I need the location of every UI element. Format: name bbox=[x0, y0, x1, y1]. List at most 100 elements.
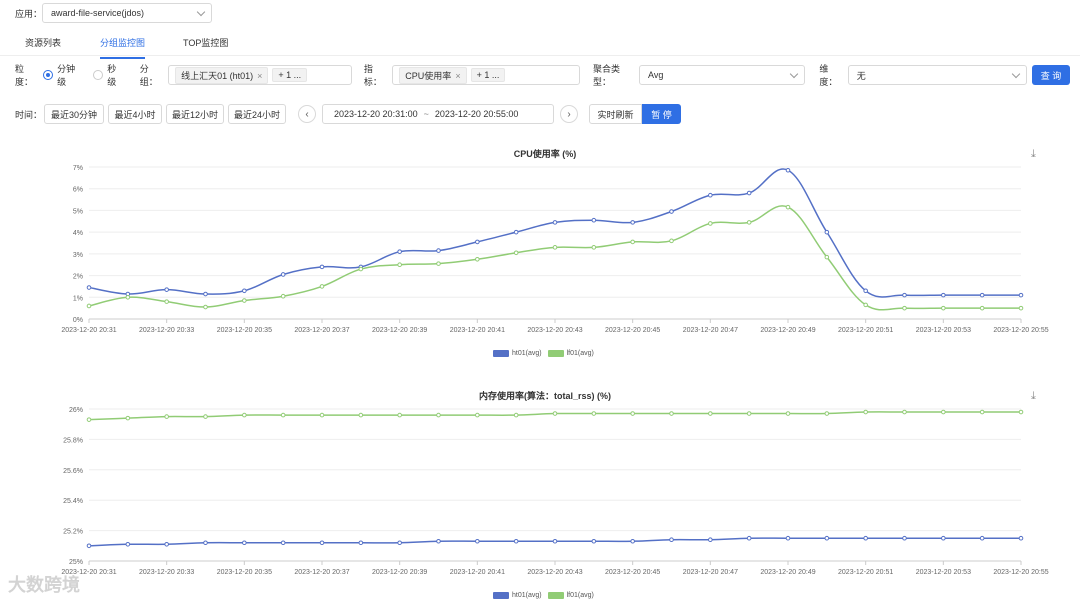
close-icon[interactable]: × bbox=[257, 71, 262, 81]
x-tick-label: 2023-12-20 20:55 bbox=[993, 569, 1048, 576]
x-tick-label: 2023-12-20 20:51 bbox=[838, 569, 893, 576]
data-point bbox=[1018, 292, 1024, 298]
data-point bbox=[475, 538, 480, 544]
data-point bbox=[824, 535, 830, 541]
data-point bbox=[203, 291, 208, 297]
data-point bbox=[125, 415, 131, 421]
group-tag-text: 线上汇天01 (ht01) bbox=[181, 70, 254, 81]
group-more-tag: + 1 ... bbox=[272, 68, 308, 82]
data-point bbox=[669, 411, 674, 416]
x-tick-label: 2023-12-20 20:33 bbox=[139, 327, 194, 334]
legend-label[interactable]: ht01(avg) bbox=[512, 350, 542, 357]
range-end: 2023-12-20 20:55:00 bbox=[434, 109, 519, 119]
data-point bbox=[902, 535, 907, 541]
x-tick-label: 2023-12-20 20:45 bbox=[605, 569, 660, 576]
mem-chart-legend: ht01(avg) lf01(avg) bbox=[493, 592, 594, 599]
mem-chart: 25% 25.2% 25.4% 25.6% 25.8% 26% 2023-12-20 20:… bbox=[61, 407, 1048, 576]
tab-bar: 资源列表 分组监控图 TOP监控图 bbox=[0, 30, 1080, 59]
chevron-right-icon[interactable]: › bbox=[560, 105, 579, 123]
chevron-down-icon bbox=[1011, 69, 1021, 79]
y-tick-label: 4% bbox=[73, 230, 83, 237]
metric-select[interactable]: CPU使用率 × + 1 ... bbox=[392, 65, 581, 85]
x-tick-label: 2023-12-20 20:39 bbox=[372, 327, 427, 334]
data-point bbox=[746, 411, 752, 416]
tab-group-monitor[interactable]: 分组监控图 bbox=[100, 36, 146, 59]
x-tick-label: 2023-12-20 20:49 bbox=[760, 327, 815, 334]
dim-select-value: 无 bbox=[856, 70, 866, 81]
data-point bbox=[941, 409, 946, 415]
data-point bbox=[785, 411, 791, 416]
data-point bbox=[979, 535, 985, 541]
data-point bbox=[1018, 305, 1024, 311]
radio-minute-label: 分钟级 bbox=[57, 64, 76, 87]
legend-label[interactable]: ht01(avg) bbox=[512, 592, 542, 599]
y-tick-label: 25.8% bbox=[63, 437, 83, 444]
data-point bbox=[397, 540, 402, 546]
data-point bbox=[397, 262, 402, 268]
data-point bbox=[242, 288, 247, 294]
app-select[interactable]: award-file-service(jdos) bbox=[42, 3, 213, 23]
data-point bbox=[280, 412, 286, 418]
quick-24h-button[interactable]: 最近24小时 bbox=[228, 104, 287, 124]
radio-minute[interactable]: 分钟级 bbox=[43, 62, 83, 88]
close-icon[interactable]: × bbox=[455, 71, 460, 81]
x-tick-label: 2023-12-20 20:55 bbox=[993, 327, 1048, 334]
data-point bbox=[824, 411, 830, 416]
tab-resource-list[interactable]: 资源列表 bbox=[25, 36, 61, 57]
radio-second[interactable]: 秒级 bbox=[93, 62, 124, 88]
data-point bbox=[746, 220, 752, 225]
data-point bbox=[164, 541, 169, 547]
x-tick-label: 2023-12-20 20:47 bbox=[683, 327, 738, 334]
group-select[interactable]: 线上汇天01 (ht01) × + 1 ... bbox=[168, 65, 352, 85]
data-point bbox=[280, 272, 286, 277]
data-point bbox=[86, 543, 92, 549]
time-range-picker[interactable]: 2023-12-20 20:31:00 ~ 2023-12-20 20:55:0… bbox=[322, 104, 555, 124]
data-point bbox=[242, 540, 247, 546]
data-point bbox=[863, 535, 868, 541]
group-label: 分组： bbox=[139, 64, 158, 87]
dim-select[interactable]: 无 bbox=[847, 65, 1027, 85]
quick-30min-button[interactable]: 最近30分钟 bbox=[44, 104, 105, 124]
data-point bbox=[125, 541, 131, 547]
data-point bbox=[902, 292, 907, 298]
data-point bbox=[591, 245, 597, 250]
data-point bbox=[319, 284, 325, 289]
quick-4h-button[interactable]: 最近4小时 bbox=[108, 104, 163, 124]
quick-12h-button[interactable]: 最近12小时 bbox=[166, 104, 225, 124]
group-tag[interactable]: 线上汇天01 (ht01) × bbox=[175, 66, 269, 84]
y-tick-label: 25.2% bbox=[63, 529, 83, 536]
y-tick-label: 6% bbox=[73, 187, 83, 194]
realtime-button[interactable]: 实时刷新 bbox=[589, 104, 643, 124]
metric-tag[interactable]: CPU使用率 × bbox=[399, 66, 467, 84]
agg-select[interactable]: Avg bbox=[639, 65, 806, 85]
data-point bbox=[475, 239, 480, 245]
tab-top-monitor[interactable]: TOP监控图 bbox=[183, 36, 228, 57]
chevron-left-icon[interactable]: ‹ bbox=[298, 105, 317, 123]
dim-label: 维度： bbox=[819, 64, 838, 87]
pause-button[interactable]: 暂 停 bbox=[642, 104, 682, 124]
data-point bbox=[86, 303, 92, 309]
x-tick-label: 2023-12-20 20:51 bbox=[838, 327, 893, 334]
data-point bbox=[513, 250, 519, 256]
y-tick-label: 1% bbox=[73, 295, 83, 302]
data-point bbox=[591, 538, 597, 544]
legend-label[interactable]: lf01(avg) bbox=[567, 592, 594, 599]
legend-label[interactable]: lf01(avg) bbox=[567, 350, 594, 357]
data-point bbox=[746, 190, 752, 196]
data-point bbox=[863, 409, 868, 415]
y-tick-label: 2% bbox=[73, 274, 83, 281]
data-point bbox=[164, 299, 169, 304]
y-tick-label: 26% bbox=[69, 407, 83, 414]
data-point bbox=[941, 292, 946, 298]
range-start: 2023-12-20 20:31:00 bbox=[334, 109, 418, 119]
data-point bbox=[397, 249, 402, 254]
query-button[interactable]: 查 询 bbox=[1031, 65, 1070, 85]
data-point bbox=[630, 411, 635, 416]
data-point bbox=[746, 535, 752, 541]
data-point bbox=[86, 417, 92, 422]
y-tick-label: 3% bbox=[73, 252, 83, 259]
x-tick-label: 2023-12-20 20:33 bbox=[139, 569, 194, 576]
granularity-label: 粒度： bbox=[15, 64, 34, 87]
data-point bbox=[902, 409, 907, 415]
data-point bbox=[1018, 535, 1024, 541]
